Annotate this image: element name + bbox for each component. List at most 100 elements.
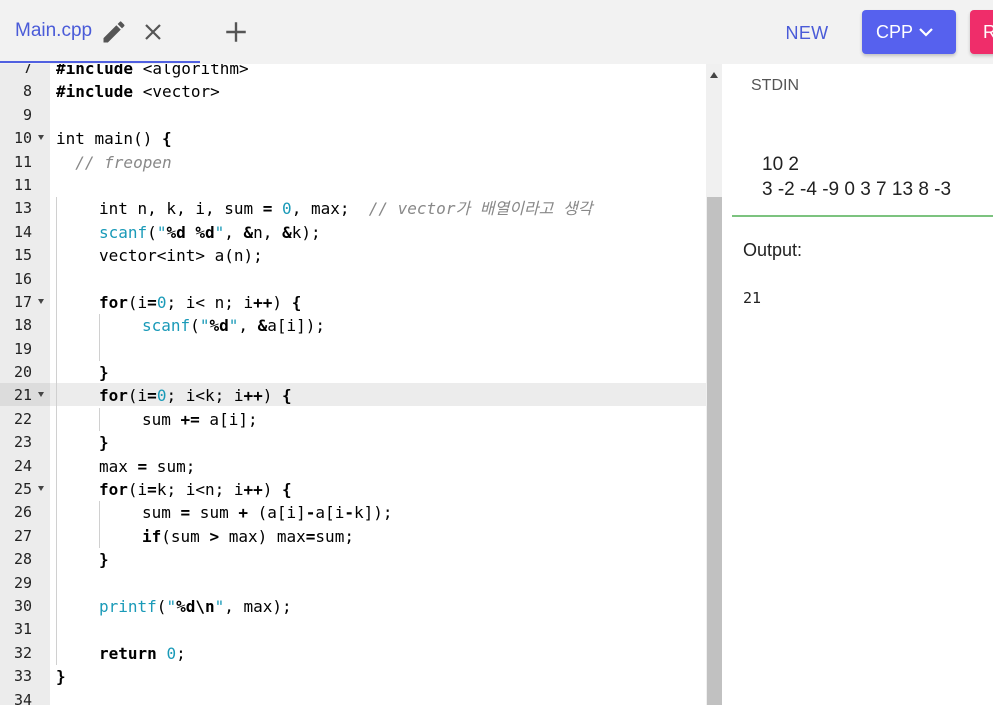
- code-token: if: [142, 526, 162, 546]
- code-line[interactable]: 19: [0, 337, 706, 362]
- code-line[interactable]: 8 #include <vector>: [0, 80, 706, 103]
- run-button[interactable]: R: [970, 10, 993, 54]
- stdin-input[interactable]: 10 2 3 -2 -4 -9 0 3 7 13 8 -3: [762, 152, 951, 202]
- code-line[interactable]: 34: [0, 689, 706, 705]
- plus-icon[interactable]: [223, 19, 249, 45]
- code-token: (i: [127, 480, 148, 500]
- code-token: =: [305, 526, 316, 546]
- fold-toggle-icon[interactable]: [38, 392, 44, 398]
- code-token: ": [199, 316, 210, 336]
- code-line[interactable]: 15 vector<int> a(n);: [0, 244, 706, 268]
- code-token: +: [238, 503, 248, 523]
- indent-guide: [99, 524, 100, 549]
- code-token: >: [209, 526, 220, 546]
- fold-toggle-icon[interactable]: [38, 298, 44, 304]
- code-line[interactable]: 22 sum += a[i];: [0, 407, 706, 432]
- editor-scrollbar[interactable]: [706, 64, 722, 705]
- code-line[interactable]: 23}: [0, 431, 706, 455]
- code-line[interactable]: 32 return 0;: [0, 641, 706, 666]
- indent-guide: [56, 501, 57, 525]
- indent-guide: [56, 431, 57, 455]
- code-line[interactable]: 11 // freopen: [0, 151, 706, 174]
- code-token: 0: [156, 386, 167, 406]
- code-token: a[i];: [199, 409, 258, 429]
- code-token: ++: [243, 386, 263, 406]
- code-line[interactable]: 24 max = sum;: [0, 454, 706, 479]
- code-token: {: [282, 480, 292, 500]
- code-line[interactable]: 29: [0, 571, 706, 595]
- code-token: k);: [291, 222, 321, 242]
- line-number: 27: [13, 526, 32, 545]
- line-number: 14: [13, 222, 32, 241]
- code-token: max) max: [219, 526, 306, 546]
- fold-toggle-icon[interactable]: [38, 486, 44, 492]
- code-editor[interactable]: 7 #include <algorithm> 8 #include <vector> 9…: [0, 64, 706, 705]
- code-text: }: [99, 548, 109, 571]
- code-token: 0: [166, 643, 177, 663]
- code-token: 0: [282, 199, 292, 219]
- scroll-up-arrow-icon[interactable]: [710, 72, 718, 78]
- code-token: ": [228, 316, 239, 336]
- line-number: 18: [13, 316, 32, 335]
- pencil-icon[interactable]: [100, 18, 128, 46]
- pane-splitter[interactable]: [722, 64, 732, 705]
- code-line[interactable]: 16: [0, 267, 706, 291]
- line-number: 34: [13, 690, 32, 705]
- code-line[interactable]: 27 if(sum > max) max=sum;: [0, 524, 706, 549]
- code-token: for: [99, 292, 128, 312]
- code-token: ": [156, 222, 167, 242]
- code-token: %d %d: [166, 222, 215, 242]
- code-text: }: [56, 665, 66, 688]
- code-line[interactable]: 17 for(i=0; i< n; i++) {: [0, 290, 706, 315]
- code-token: sum: [142, 503, 181, 523]
- code-line[interactable]: 14 scanf("%d %d", &n, &k);: [0, 220, 706, 245]
- code-token: %d: [209, 316, 229, 336]
- code-token: =: [262, 199, 273, 219]
- line-number: 20: [13, 363, 32, 382]
- code-token: ,: [238, 316, 258, 336]
- close-icon[interactable]: [141, 20, 165, 44]
- code-token: (a[i]: [247, 503, 306, 523]
- indent-guide: [56, 337, 57, 362]
- code-line[interactable]: 13 int n, k, i, sum = 0, max; // vector가 …: [0, 197, 706, 221]
- code-token: a[i]);: [267, 316, 326, 336]
- code-line[interactable]: 20}: [0, 361, 706, 385]
- code-token: 0: [156, 292, 167, 312]
- code-token: scanf: [99, 222, 148, 242]
- indent-guide: [56, 594, 57, 619]
- code-token: +=: [180, 409, 200, 429]
- new-button[interactable]: NEW: [770, 14, 844, 52]
- code-token: sum: [190, 503, 239, 523]
- fold-toggle-icon[interactable]: [38, 135, 44, 141]
- code-line[interactable]: 33}: [0, 665, 706, 688]
- output-label: Output:: [743, 240, 803, 260]
- indent-guide: [99, 337, 100, 362]
- indent-guide: [56, 244, 57, 268]
- code-token: &: [257, 316, 268, 336]
- code-text: max = sum;: [99, 455, 195, 478]
- code-token: int n, k, i, sum: [99, 199, 263, 219]
- code-line[interactable]: 10 int main() {: [0, 127, 706, 150]
- indent-guide: [56, 407, 57, 432]
- language-select-button[interactable]: CPP: [862, 10, 956, 54]
- indent-guide: [56, 384, 57, 408]
- code-line[interactable]: 28}: [0, 548, 706, 572]
- code-token: =: [147, 480, 157, 500]
- code-line[interactable]: 25 for(i=k; i<n; i++) {: [0, 478, 706, 502]
- code-line[interactable]: 9: [0, 104, 706, 127]
- code-token: , max;: [291, 199, 369, 219]
- code-token: ; i<k; i: [166, 386, 244, 406]
- scrollbar-thumb[interactable]: [707, 197, 722, 705]
- code-line[interactable]: 26 sum = sum + (a[i]-a[i-k]);: [0, 501, 706, 525]
- indent-guide: [56, 548, 57, 572]
- code-line[interactable]: 18 scanf("%d", &a[i]);: [0, 314, 706, 338]
- line-number: 10: [13, 129, 32, 148]
- code-text: printf("%d\n", max);: [99, 595, 292, 618]
- code-text: sum += a[i];: [142, 408, 258, 431]
- code-line[interactable]: 31: [0, 618, 706, 642]
- code-line[interactable]: 21 for(i=0; i<k; i++) {: [0, 384, 706, 408]
- code-line[interactable]: 7 #include <algorithm>: [0, 64, 706, 80]
- code-line[interactable]: 11: [0, 174, 706, 197]
- code-line[interactable]: 30 printf("%d\n", max);: [0, 594, 706, 619]
- code-token: <vector>: [142, 82, 220, 102]
